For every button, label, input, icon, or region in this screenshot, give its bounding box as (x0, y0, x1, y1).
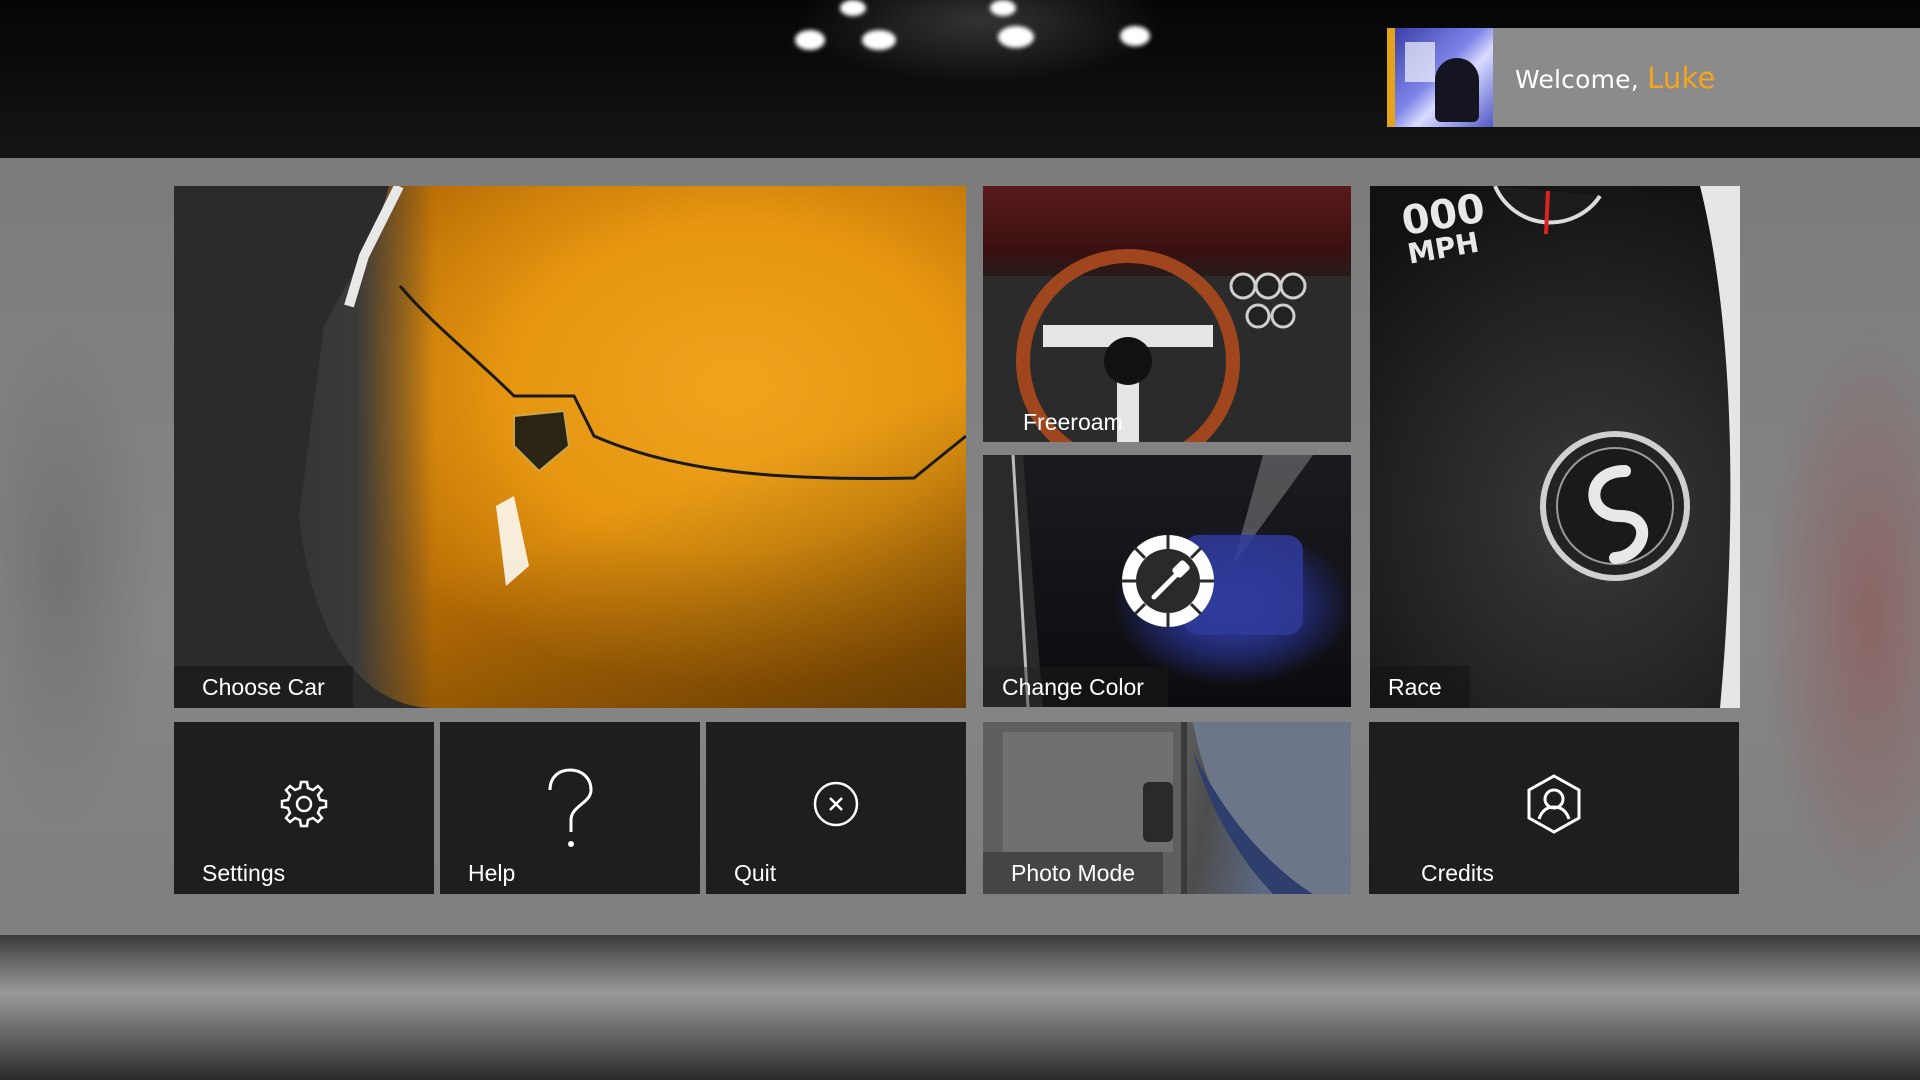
color-picker-icon (1122, 535, 1214, 627)
tile-help[interactable]: Help (440, 722, 700, 894)
steering-wheel-hub-illustration (1493, 186, 1740, 708)
welcome-greeting: Welcome, (1515, 64, 1639, 94)
tile-label-freeroam: Freeroam (1023, 409, 1123, 435)
close-circle-icon (813, 781, 859, 827)
tile-label-help: Help (440, 852, 544, 894)
tile-label-credits: Credits (1369, 852, 1546, 894)
tile-label-choose-car: Choose Car (174, 666, 353, 708)
tile-label-change-color: Change Color (983, 667, 1168, 707)
welcome-accent-bar (1387, 28, 1395, 127)
ceiling-light (990, 0, 1016, 16)
ceiling-light (840, 0, 866, 16)
tile-race[interactable]: 000 MPH Race (1370, 186, 1740, 708)
car-hood-illustration (174, 186, 966, 708)
avatar-background (1405, 42, 1435, 82)
welcome-text: Welcome, Luke (1515, 61, 1716, 95)
tile-choose-car[interactable]: Choose Car (174, 186, 966, 708)
car-badge-icon (513, 409, 571, 473)
tile-settings[interactable]: Settings (174, 722, 434, 894)
welcome-banner[interactable]: Welcome, Luke (1387, 28, 1920, 127)
tile-quit[interactable]: Quit (706, 722, 966, 894)
question-mark-icon (548, 768, 593, 847)
tile-credits[interactable]: Credits (1369, 722, 1739, 894)
ceiling-light (998, 26, 1034, 48)
tile-label-race: Race (1370, 666, 1470, 708)
tile-label-photo-mode: Photo Mode (983, 852, 1164, 894)
welcome-username: Luke (1647, 60, 1716, 95)
background-floor (0, 935, 1920, 1080)
tile-change-color[interactable]: Change Color (983, 455, 1351, 707)
ceiling-light (1120, 26, 1150, 46)
gear-icon (280, 780, 328, 828)
tile-label-quit: Quit (706, 852, 805, 894)
ceiling-light (795, 30, 825, 50)
tile-photo-mode[interactable]: Photo Mode (983, 722, 1351, 894)
tile-freeroam[interactable]: Freeroam (983, 186, 1351, 442)
avatar-person (1435, 58, 1479, 122)
ceiling-light (862, 30, 896, 50)
avatar[interactable] (1395, 28, 1493, 127)
tile-label-settings: Settings (174, 852, 314, 894)
user-hexagon-icon (1527, 774, 1581, 834)
